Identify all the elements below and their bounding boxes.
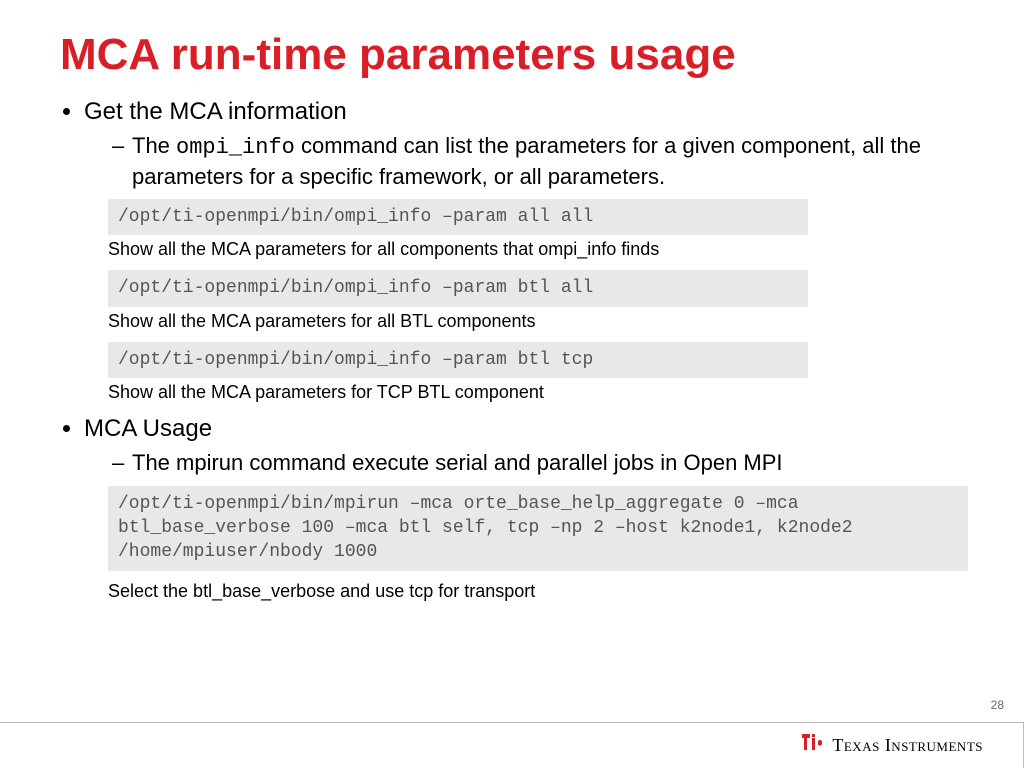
code-block-param-all: /opt/ti-openmpi/bin/ompi_info –param all… [108, 199, 808, 235]
bullet-mca-usage: MCA Usage The mpirun command execute ser… [84, 415, 964, 478]
bullet-text: MCA Usage [84, 415, 212, 442]
sub-bullet-ompi-info: The ompi_info command can list the param… [112, 132, 964, 191]
bullet-get-info: Get the MCA information The ompi_info co… [84, 98, 964, 191]
code-block-param-btl-all: /opt/ti-openmpi/bin/ompi_info –param btl… [108, 270, 808, 306]
bullet-list-2: MCA Usage The mpirun command execute ser… [60, 415, 964, 478]
sub-bullet-mpirun: The mpirun command execute serial and pa… [112, 449, 964, 478]
caption-param-btl-all: Show all the MCA parameters for all BTL … [108, 311, 964, 332]
sub-list-2: The mpirun command execute serial and pa… [84, 449, 964, 478]
bullet-text: Get the MCA information [84, 98, 347, 125]
ti-logo: Texas Instruments [800, 732, 983, 759]
footer: Texas Instruments [0, 722, 1024, 768]
ti-mark-icon [800, 732, 826, 759]
caption-param-btl-tcp: Show all the MCA parameters for TCP BTL … [108, 382, 964, 403]
sub-list: The ompi_info command can list the param… [84, 132, 964, 191]
inline-code-ompi-info: ompi_info [176, 135, 295, 160]
code-block-param-btl-tcp: /opt/ti-openmpi/bin/ompi_info –param btl… [108, 342, 808, 378]
caption-param-all: Show all the MCA parameters for all comp… [108, 239, 964, 260]
code-block-mpirun: /opt/ti-openmpi/bin/mpirun –mca orte_bas… [108, 486, 968, 571]
bullet-list: Get the MCA information The ompi_info co… [60, 98, 964, 191]
slide-title: MCA run-time parameters usage [60, 30, 964, 80]
text-pre: The [132, 133, 176, 158]
ti-brand-text: Texas Instruments [832, 735, 983, 756]
caption-mpirun: Select the btl_base_verbose and use tcp … [108, 581, 964, 602]
page-number: 28 [991, 698, 1004, 712]
slide: MCA run-time parameters usage Get the MC… [0, 0, 1024, 768]
